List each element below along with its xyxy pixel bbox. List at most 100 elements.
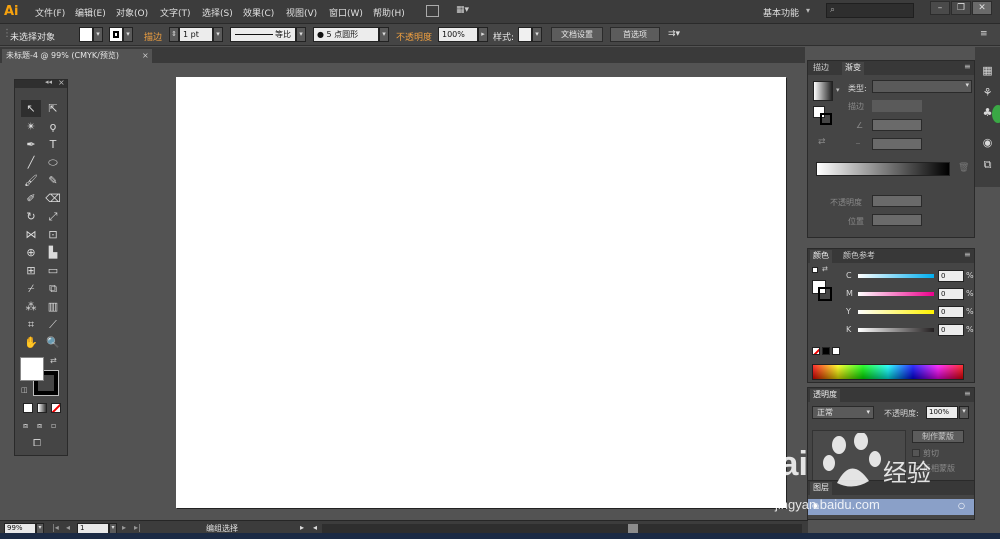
screen-mode-icon[interactable]: ⧠ [33,438,41,449]
paintbrush-tool-icon[interactable]: 🖌 [21,172,41,189]
tab-color[interactable]: 颜色 [810,250,832,263]
channel-y-slider[interactable] [858,310,934,314]
layers-dock-icon[interactable]: ⧉ [979,157,996,173]
blend-tool-icon[interactable]: ⧉ [43,280,63,297]
swatches-icon[interactable]: ▦ [979,63,996,79]
horizontal-scrollbar[interactable] [322,524,802,533]
stroke-weight-field[interactable]: 1 pt [179,27,213,42]
menu-object[interactable]: 对象(O) [116,6,148,19]
draw-normal-icon[interactable]: ⧈ [23,421,28,431]
gradient-position-field[interactable] [872,214,922,226]
opacity-field[interactable]: 100% [438,27,478,42]
graphic-styles-icon[interactable] [992,105,1000,123]
channel-k-field[interactable]: 0 [938,324,964,336]
channel-c-field[interactable]: 0 [938,270,964,282]
menu-help[interactable]: 帮助(H) [373,6,405,19]
free-transform-tool-icon[interactable]: ⊡ [43,226,63,243]
swap-icon[interactable]: ⇄ [822,265,828,273]
menu-select[interactable]: 选择(S) [202,6,233,19]
shape-builder-tool-icon[interactable]: ⊕ [21,244,41,261]
gradient-aspect-field[interactable] [872,138,922,150]
tab-gradient[interactable]: 渐变 [842,62,864,75]
menu-window[interactable]: 窗口(W) [329,6,363,19]
collapse-icon[interactable]: ◂◂ [45,78,52,86]
channel-m-slider[interactable] [858,292,934,296]
close-tab-icon[interactable]: × [142,49,149,62]
fill-swatch[interactable] [79,27,93,42]
gradient-slider[interactable] [816,162,950,176]
document-tab[interactable]: 未标题-4 @ 99% (CMYK/预览) × [2,49,152,63]
pencil-tool-icon[interactable]: ✎ [43,172,63,189]
panel-menu-icon[interactable]: ≡ [964,62,971,71]
gradient-stroke-swatch[interactable] [820,113,832,125]
draw-behind-icon[interactable]: ⧈ [37,421,42,431]
perspective-grid-tool-icon[interactable]: ▙ [43,244,63,261]
none-mode-button[interactable] [51,403,61,413]
width-tool-icon[interactable]: ⋈ [21,226,41,243]
gradient-preview-swatch[interactable] [813,81,833,101]
gradient-type-select[interactable]: ▾ [872,80,972,93]
opacity-dropdown[interactable]: ▾ [959,406,969,419]
eyedropper-tool-icon[interactable]: ⌿ [21,280,41,297]
gradient-mode-button[interactable] [37,403,47,413]
panel-menu-icon[interactable]: ≡ [980,29,988,39]
zoom-tool-icon[interactable]: 🔍 [43,334,63,351]
brush-dropdown[interactable]: ▾ [379,27,389,42]
close-icon[interactable]: × [58,78,65,87]
tab-transparency[interactable]: 透明度 [810,389,840,402]
channel-k-slider[interactable] [858,328,934,332]
stroke-profile-dropdown[interactable]: ▾ [296,27,306,42]
color-spectrum[interactable] [812,364,964,380]
default-colors-icon[interactable]: ◫ [21,386,28,394]
line-tool-icon[interactable]: ╱ [21,154,41,171]
hand-tool-icon[interactable]: ✋ [21,334,41,351]
delete-stop-icon[interactable]: 🗑 [958,163,969,173]
stroke-weight-dropdown[interactable]: ▾ [213,27,223,42]
menu-type[interactable]: 文字(T) [160,6,191,19]
swap-colors-icon[interactable]: ⇄ [50,356,57,365]
eraser-tool-icon[interactable]: ⌫ [43,190,63,207]
stroke-swatch[interactable] [109,27,123,42]
channel-c-slider[interactable] [858,274,934,278]
blob-brush-tool-icon[interactable]: ✐ [21,190,41,207]
menu-edit[interactable]: 编辑(E) [75,6,106,19]
close-button[interactable]: ✕ [972,1,992,15]
panel-menu-icon[interactable]: ≡ [964,389,971,398]
appearance-icon[interactable]: ◉ [979,135,996,151]
workspace-switcher[interactable]: 基本功能 [763,6,799,19]
fill-dropdown[interactable]: ▾ [93,27,103,42]
menu-view[interactable]: 视图(V) [286,6,317,19]
tab-color-guide[interactable]: 颜色参考 [840,250,878,263]
status-menu-arrow-icon[interactable]: ▸ [300,523,304,532]
gradient-tool-icon[interactable]: ▭ [43,262,63,279]
opacity-label[interactable]: 不透明度 [396,30,432,43]
scrollbar-thumb[interactable] [628,524,638,533]
slice-tool-icon[interactable]: ⟋ [43,316,63,333]
last-artboard-icon[interactable]: ▸| [134,523,141,532]
none-color-swatch[interactable] [812,347,820,355]
stroke-label[interactable]: 描边 [144,30,162,43]
lasso-tool-icon[interactable]: ϙ [43,118,63,135]
mini-fill-icon[interactable] [812,267,818,273]
fill-color-swatch-front[interactable] [20,357,44,381]
selection-tool-icon[interactable]: ↖ [21,100,41,117]
stroke-weight-stepper[interactable]: ⇕ [169,27,179,42]
document-setup-button[interactable]: 文档设置 [551,27,603,42]
brush-select[interactable]: ● 5 点圆形 [313,27,379,42]
tab-stroke[interactable]: 描边 [810,62,832,75]
panel-menu-icon[interactable]: ≡ [964,250,971,259]
arrange-icon[interactable]: ⇉▾ [668,29,680,39]
stroke-gradient-buttons[interactable] [872,100,922,112]
black-swatch[interactable] [822,347,830,355]
arrange-documents-icon[interactable]: ▦▾ [456,5,474,17]
magic-wand-tool-icon[interactable]: ✴ [21,118,41,135]
stroke-dropdown[interactable]: ▾ [123,27,133,42]
transparency-opacity-field[interactable]: 100% [926,406,958,419]
opacity-dropdown[interactable]: ▸ [478,27,488,42]
channel-y-field[interactable]: 0 [938,306,964,318]
restore-button[interactable]: ❐ [951,1,971,15]
artboard-tool-icon[interactable]: ⌗ [21,316,41,333]
chevron-down-icon[interactable]: ▾ [836,86,840,94]
tools-panel-header[interactable]: ◂◂ × [15,78,67,88]
mesh-tool-icon[interactable]: ⊞ [21,262,41,279]
